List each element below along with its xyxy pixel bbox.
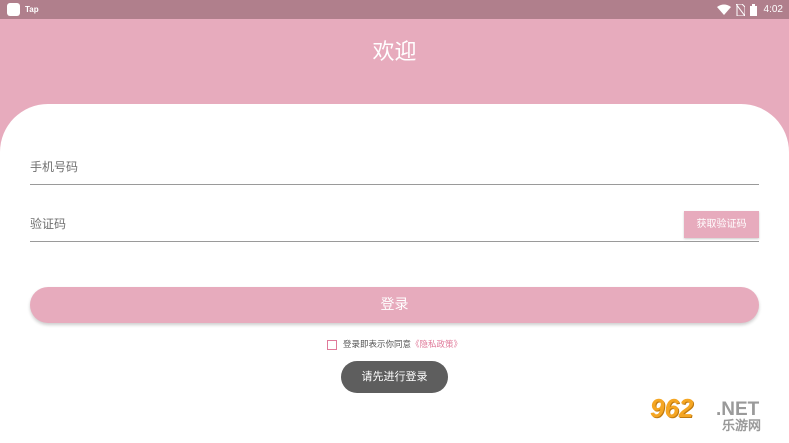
battery-icon bbox=[749, 3, 757, 16]
agreement-row: 登录即表示你同意 《隐私政策》 bbox=[0, 339, 789, 351]
wifi-icon bbox=[716, 4, 731, 15]
agreement-checkbox[interactable] bbox=[326, 340, 337, 350]
status-app-name: Tap bbox=[25, 5, 39, 14]
login-button[interactable]: 登录 bbox=[30, 287, 759, 323]
status-time: 4:02 bbox=[763, 4, 783, 15]
watermark-site-name: 乐游网 bbox=[722, 419, 762, 434]
watermark-number: 962 bbox=[650, 393, 694, 423]
app-notification-icon bbox=[7, 3, 20, 16]
get-code-button[interactable]: 获取验证码 bbox=[684, 211, 759, 238]
code-input[interactable] bbox=[30, 214, 630, 234]
phone-input[interactable] bbox=[30, 157, 630, 177]
status-bar: Tap 4:02 bbox=[0, 0, 789, 19]
privacy-policy-link[interactable]: 《隐私政策》 bbox=[411, 339, 462, 351]
toast-message: 请先进行登录 bbox=[341, 361, 448, 393]
no-sim-icon bbox=[735, 3, 745, 16]
agreement-text: 登录即表示你同意 bbox=[342, 340, 411, 350]
code-field: 获取验证码 bbox=[30, 202, 759, 242]
watermark-logo: 962 .NET 乐游网 bbox=[650, 394, 782, 436]
status-icons: 4:02 bbox=[716, 0, 783, 19]
page-title: 欢迎 bbox=[372, 40, 417, 65]
phone-field bbox=[30, 145, 759, 185]
